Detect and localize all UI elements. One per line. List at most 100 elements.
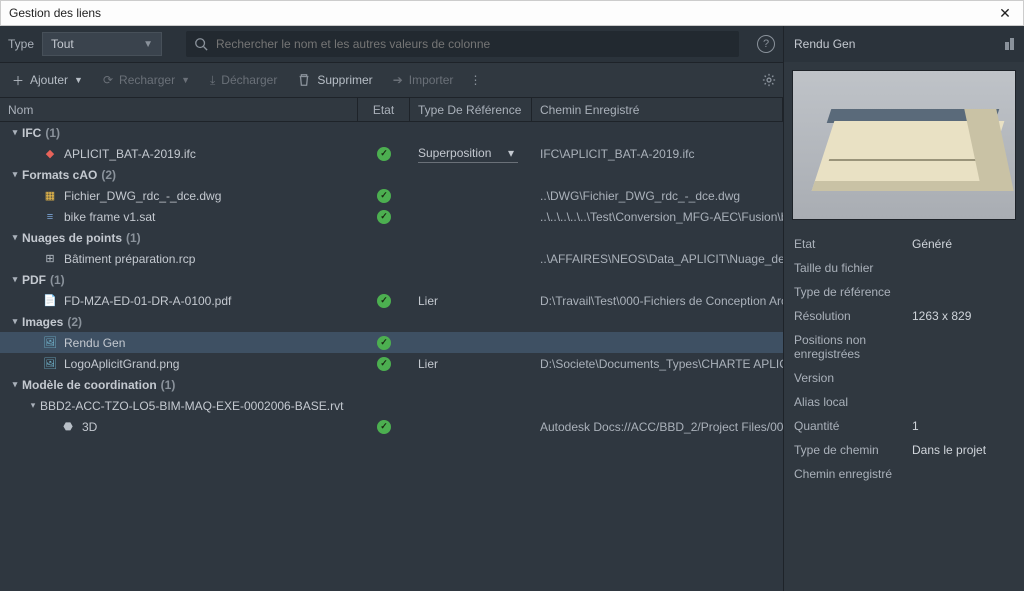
- delete-button[interactable]: Supprimer: [289, 69, 380, 91]
- close-icon[interactable]: ✕: [995, 5, 1015, 22]
- tree-item[interactable]: ▦Fichier_DWG_rdc_-_dce.dwg✓..\DWG\Fichie…: [0, 185, 783, 206]
- property-value: Dans le projet: [912, 443, 1014, 457]
- property-key: Taille du fichier: [794, 261, 912, 275]
- search-box[interactable]: [186, 31, 739, 57]
- import-button[interactable]: ➔ Importer: [385, 69, 462, 91]
- property-key: Type de référence: [794, 285, 912, 299]
- reload-button-label: Recharger: [119, 73, 175, 87]
- property-key: Chemin enregistré: [794, 467, 912, 481]
- col-header-name[interactable]: Nom: [0, 98, 358, 121]
- reference-type-select[interactable]: Superposition▾: [418, 145, 518, 163]
- property-key: Version: [794, 371, 912, 385]
- property-row: Version: [784, 366, 1024, 390]
- search-input[interactable]: [216, 37, 731, 51]
- tree-item[interactable]: 📄FD-MZA-ED-01-DR-A-0100.pdf✓LierD:\Trava…: [0, 290, 783, 311]
- property-key: Type de chemin: [794, 443, 912, 457]
- import-button-label: Importer: [409, 73, 454, 87]
- row-count: (2): [67, 315, 82, 329]
- chevron-down-icon[interactable]: ▾: [8, 379, 22, 390]
- status-ok-icon: ✓: [377, 357, 391, 371]
- plus-icon: ＋: [12, 72, 24, 89]
- trash-icon: [297, 73, 311, 87]
- tree-item[interactable]: 🖼LogoAplicitGrand.png✓LierD:\Societe\Doc…: [0, 353, 783, 374]
- search-icon: [194, 37, 208, 51]
- row-path: ..\..\..\..\..\Test\Conversion_MFG-AEC\F…: [532, 210, 783, 224]
- add-button[interactable]: ＋ Ajouter ▼: [4, 68, 91, 93]
- property-value: Généré: [912, 237, 1014, 251]
- sat-file-icon: ≡: [42, 210, 58, 224]
- detach-panel-icon[interactable]: [1005, 38, 1014, 50]
- property-row: EtatGénéré: [784, 232, 1024, 256]
- row-path: Autodesk Docs://ACC/BBD_2/Project Files/…: [532, 420, 783, 434]
- row-label: FD-MZA-ED-01-DR-A-0100.pdf: [64, 294, 231, 308]
- pdf-file-icon: 📄: [42, 294, 58, 308]
- preview-thumbnail: [792, 70, 1016, 220]
- window-title: Gestion des liens: [9, 6, 995, 20]
- row-count: (1): [50, 273, 65, 287]
- row-path: D:\Societe\Documents_Types\CHARTE APLICI…: [532, 357, 783, 371]
- row-label: Formats cAO: [22, 168, 97, 182]
- chevron-down-icon[interactable]: ▾: [8, 169, 22, 180]
- type-select-value: Tout: [51, 37, 74, 51]
- tree-group[interactable]: ▾Images (2): [0, 311, 783, 332]
- row-count: (1): [45, 126, 60, 140]
- row-label: 3D: [82, 420, 97, 434]
- ifc-file-icon: ◆: [42, 147, 58, 161]
- tree-item[interactable]: ≡bike frame v1.sat✓..\..\..\..\..\Test\C…: [0, 206, 783, 227]
- row-label: APLICIT_BAT-A-2019.ifc: [64, 147, 196, 161]
- col-header-path[interactable]: Chemin Enregistré: [532, 98, 783, 121]
- row-label: bike frame v1.sat: [64, 210, 155, 224]
- row-label: Images: [22, 315, 63, 329]
- tree-group[interactable]: ▾Formats cAO (2): [0, 164, 783, 185]
- row-label: BBD2-ACC-TZO-LO5-BIM-MAQ-EXE-0002006-BAS…: [40, 399, 343, 413]
- property-row: Résolution1263 x 829: [784, 304, 1024, 328]
- property-key: Quantité: [794, 419, 912, 433]
- row-count: (1): [161, 378, 176, 392]
- property-value: 1: [912, 419, 1014, 433]
- delete-button-label: Supprimer: [317, 73, 372, 87]
- chevron-down-icon: ▼: [74, 75, 83, 85]
- chevron-down-icon[interactable]: ▾: [8, 232, 22, 243]
- more-icon[interactable]: ⋮: [465, 70, 485, 90]
- property-row: Positions non enregistrées: [784, 328, 1024, 366]
- chevron-down-icon[interactable]: ▾: [8, 274, 22, 285]
- row-path: IFC\APLICIT_BAT-A-2019.ifc: [532, 147, 783, 161]
- row-label: LogoAplicitGrand.png: [64, 357, 179, 371]
- tree-item[interactable]: ⊞Bâtiment préparation.rcp..\AFFAIRES\NEO…: [0, 248, 783, 269]
- chevron-down-icon: ▾: [508, 146, 514, 160]
- property-row: Taille du fichier: [784, 256, 1024, 280]
- help-icon[interactable]: ?: [757, 35, 775, 53]
- property-row: Type de référence: [784, 280, 1024, 304]
- chevron-down-icon[interactable]: ▾: [8, 316, 22, 327]
- unload-button[interactable]: ⤓ Décharger: [202, 69, 285, 92]
- gear-icon[interactable]: [759, 70, 779, 90]
- chevron-down-icon: ▼: [181, 75, 190, 85]
- row-label: Nuages de points: [22, 231, 122, 245]
- property-value: 1263 x 829: [912, 309, 1014, 323]
- row-path: D:\Travail\Test\000-Fichiers de Concepti…: [532, 294, 783, 308]
- row-label: PDF: [22, 273, 46, 287]
- property-key: Etat: [794, 237, 912, 251]
- 3d-file-icon: ⬣: [60, 420, 76, 434]
- row-label: IFC: [22, 126, 41, 140]
- tree-item[interactable]: ◆APLICIT_BAT-A-2019.ifc✓Superposition▾IF…: [0, 143, 783, 164]
- refresh-icon: ⟳: [103, 73, 113, 87]
- tree-item[interactable]: ⬣3D✓Autodesk Docs://ACC/BBD_2/Project Fi…: [0, 416, 783, 437]
- reload-button[interactable]: ⟳ Recharger ▼: [95, 69, 198, 91]
- tree-item[interactable]: 🖼Rendu Gen✓: [0, 332, 783, 353]
- chevron-down-icon[interactable]: ▾: [8, 127, 22, 138]
- col-header-state[interactable]: Etat: [358, 98, 410, 121]
- col-header-type[interactable]: Type De Référence: [410, 98, 532, 121]
- img-file-icon: 🖼: [42, 357, 58, 371]
- unload-button-label: Décharger: [221, 73, 277, 87]
- chevron-down-icon[interactable]: ▾: [26, 400, 40, 411]
- type-select[interactable]: Tout ▼: [42, 32, 162, 56]
- tree-group[interactable]: ▾PDF (1): [0, 269, 783, 290]
- property-row: Quantité1: [784, 414, 1024, 438]
- tree-group[interactable]: ▾IFC (1): [0, 122, 783, 143]
- tree-group[interactable]: ▾Modèle de coordination (1): [0, 374, 783, 395]
- tree-item[interactable]: ▾BBD2-ACC-TZO-LO5-BIM-MAQ-EXE-0002006-BA…: [0, 395, 783, 416]
- tree-group[interactable]: ▾Nuages de points (1): [0, 227, 783, 248]
- status-ok-icon: ✓: [377, 336, 391, 350]
- side-title: Rendu Gen: [794, 37, 855, 51]
